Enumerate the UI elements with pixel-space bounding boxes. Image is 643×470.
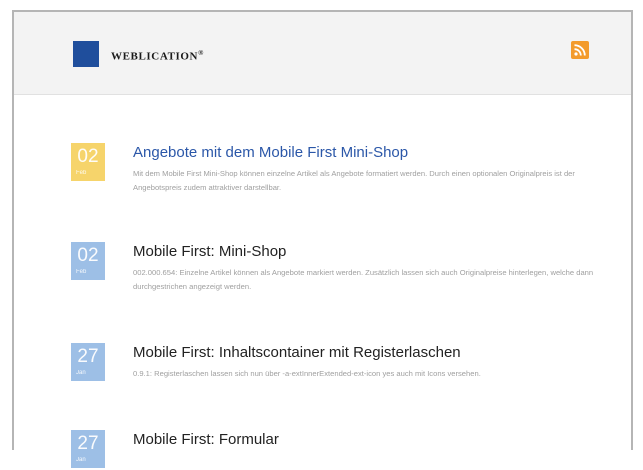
news-item[interactable]: 02 Feb Angebote mit dem Mobile First Min… [71, 143, 607, 223]
news-description: Mit dem Mobile First Mini-Shop können ei… [133, 169, 575, 192]
news-item[interactable]: 27 Jan Mobile First: Inhaltscontainer mi… [71, 343, 607, 413]
logo-wordmark: Weblication [111, 50, 199, 63]
news-panel: Weblication® 02 Feb Angebote mit dem Mob… [12, 10, 633, 468]
news-item[interactable]: 02 Feb Mobile First: Mini-Shop 002.000.6… [71, 242, 607, 322]
date-month: Feb [76, 269, 87, 275]
date-month: Jan [76, 370, 86, 376]
date-day: 27 [77, 346, 99, 367]
news-description: 0.9.1: Registerlaschen lassen sich nun ü… [133, 369, 481, 378]
date-badge: 27 Jan [71, 430, 105, 468]
date-month: Jan [76, 457, 86, 463]
weblication-logo-icon[interactable] [73, 41, 99, 67]
date-day: 02 [77, 245, 99, 266]
date-day: 27 [77, 433, 99, 454]
news-title-link[interactable]: Angebote mit dem Mobile First Mini-Shop [133, 144, 408, 161]
registered-mark: ® [198, 49, 204, 57]
news-title-link[interactable]: Mobile First: Mini-Shop [133, 243, 286, 260]
weblication-logo-text[interactable]: Weblication® [111, 49, 204, 63]
site-header: Weblication® [14, 12, 631, 95]
news-title-link[interactable]: Mobile First: Formular [133, 431, 279, 448]
date-month: Feb [76, 170, 87, 176]
date-badge: 02 Feb [71, 143, 105, 181]
rss-icon[interactable] [571, 41, 589, 59]
news-item[interactable]: 27 Jan Mobile First: Formular [71, 430, 607, 470]
news-title-link[interactable]: Mobile First: Inhaltscontainer mit Regis… [133, 344, 461, 361]
news-description: 002.000.654: Einzelne Artikel können als… [133, 268, 594, 291]
date-badge: 02 Feb [71, 242, 105, 280]
date-badge: 27 Jan [71, 343, 105, 381]
date-day: 02 [77, 146, 99, 167]
